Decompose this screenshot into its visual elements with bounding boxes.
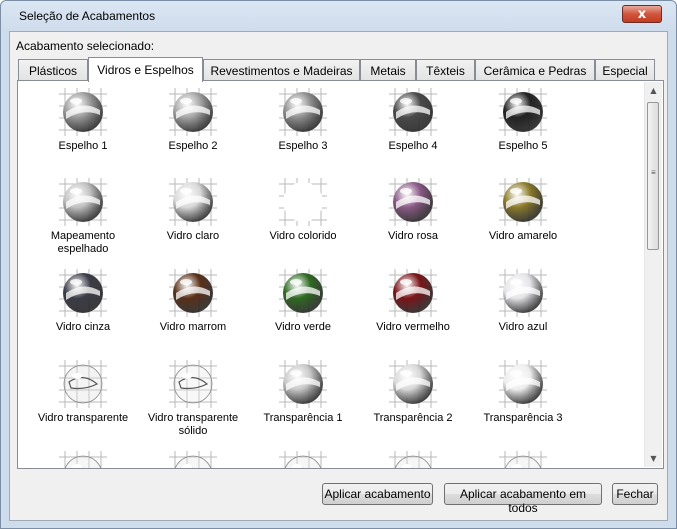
material-label: Vidro azul [498,321,548,333]
material-preview-icon [59,451,107,468]
material-item[interactable]: Mapeamento espelhado [28,178,138,256]
tab-revestimentos-madeiras[interactable]: Revestimentos e Madeiras [203,59,360,80]
title-bar: Seleção de Acabamentos x [1,1,676,31]
material-item[interactable] [468,451,578,468]
material-preview-icon [59,269,107,317]
material-item[interactable]: Vidro azul [468,269,578,334]
material-item[interactable]: Transparência 2 [358,360,468,425]
tab-ceramica-pedras[interactable]: Cerâmica e Pedras [475,59,595,80]
material-item[interactable]: Espelho 4 [358,88,468,153]
material-preview-icon [389,360,437,408]
tab-metais[interactable]: Metais [360,59,416,80]
tab-label: Vidros e Espelhos [97,63,194,77]
material-item[interactable]: Vidro transparente [28,360,138,425]
material-label: Espelho 4 [388,140,438,152]
material-preview-icon [279,269,327,317]
material-preview-icon [59,360,107,408]
material-preview-icon [389,269,437,317]
material-label: Vidro cinza [55,321,111,333]
material-label: Transparência 2 [373,412,453,424]
material-preview-icon [389,451,437,468]
material-item[interactable]: Vidro marrom [138,269,248,334]
material-preview-icon [499,269,547,317]
material-item[interactable]: Vidro claro [138,178,248,243]
material-label: Vidro colorido [269,230,337,242]
tab-vidros-espelhos[interactable]: Vidros e Espelhos [88,57,203,82]
selected-finish-label: Acabamento selecionado: [16,39,155,53]
scrollbar-thumb[interactable]: ≡ [647,102,659,250]
tab-label: Plásticos [28,64,78,78]
material-item[interactable]: Vidro colorido [248,178,358,243]
material-preview-icon [169,360,217,408]
tab-plasticos[interactable]: Plásticos [18,59,88,80]
material-preview-icon [169,178,217,226]
tab-label: Especial [602,64,648,78]
material-preview-icon [499,88,547,136]
material-label: Vidro transparente [37,412,129,424]
tab-label: Revestimentos e Madeiras [210,64,353,78]
material-preview-icon [279,178,327,226]
material-label: Espelho 5 [498,140,548,152]
material-preview-icon [169,269,217,317]
material-label: Transparência 3 [483,412,563,424]
grip-icon: ≡ [651,168,656,177]
material-preview-icon [279,360,327,408]
material-label: Vidro rosa [388,230,438,242]
material-item[interactable] [358,451,468,468]
material-preview-icon [59,88,107,136]
material-item[interactable]: Vidro transparente sólido [138,360,248,438]
material-preview-icon [389,88,437,136]
material-label: Mapeamento espelhado [50,230,116,255]
material-preview-icon [499,451,547,468]
close-window-button[interactable]: x [622,5,662,23]
window-title: Seleção de Acabamentos [19,9,156,23]
tab-texteis[interactable]: Têxteis [416,59,475,80]
material-item[interactable] [248,451,358,468]
material-preview-icon [279,451,327,468]
tab-label: Metais [370,64,406,78]
close-button[interactable]: Fechar [612,483,658,505]
tab-label: Cerâmica e Pedras [483,64,587,78]
scroll-up-icon[interactable]: ▲ [645,82,662,99]
vertical-scrollbar[interactable]: ▲ ≡ ▼ [644,82,662,467]
tab-label: Têxteis [426,64,465,78]
material-label: Vidro transparente sólido [147,412,239,437]
material-item[interactable]: Vidro cinza [28,269,138,334]
material-item[interactable]: Transparência 3 [468,360,578,425]
material-preview-icon [279,88,327,136]
apply-finish-button[interactable]: Aplicar acabamento [322,483,433,505]
material-item[interactable]: Transparência 1 [248,360,358,425]
scroll-down-icon[interactable]: ▼ [645,450,662,467]
material-preview-icon [59,178,107,226]
material-label: Vidro amarelo [488,230,558,242]
material-label: Espelho 2 [168,140,218,152]
material-item[interactable]: Espelho 1 [28,88,138,153]
material-item[interactable]: Vidro amarelo [468,178,578,243]
material-preview-icon [389,178,437,226]
material-label: Transparência 1 [263,412,343,424]
material-preview-icon [169,88,217,136]
tab-especial[interactable]: Especial [595,59,655,80]
material-preview-icon [499,178,547,226]
material-label: Vidro claro [166,230,220,242]
materials-panel: Espelho 1 Espelho 2 Espelho 3 Espelho 4 Espe… [17,80,664,469]
material-item[interactable]: Vidro rosa [358,178,468,243]
material-label: Vidro vermelho [376,321,450,333]
material-label: Vidro marrom [159,321,227,333]
material-item[interactable]: Espelho 2 [138,88,248,153]
material-item[interactable]: Espelho 3 [248,88,358,153]
material-item[interactable] [28,451,138,468]
close-icon: x [637,6,647,22]
material-item[interactable]: Espelho 5 [468,88,578,153]
material-label: Espelho 3 [278,140,328,152]
material-item[interactable] [138,451,248,468]
apply-finish-all-button[interactable]: Aplicar acabamento em todos [444,483,602,515]
material-label: Espelho 1 [58,140,108,152]
material-preview-icon [499,360,547,408]
material-item[interactable]: Vidro verde [248,269,358,334]
material-preview-icon [169,451,217,468]
materials-grid: Espelho 1 Espelho 2 Espelho 3 Espelho 4 Espe… [18,81,638,468]
material-label: Vidro verde [274,321,332,333]
material-item[interactable]: Vidro vermelho [358,269,468,334]
